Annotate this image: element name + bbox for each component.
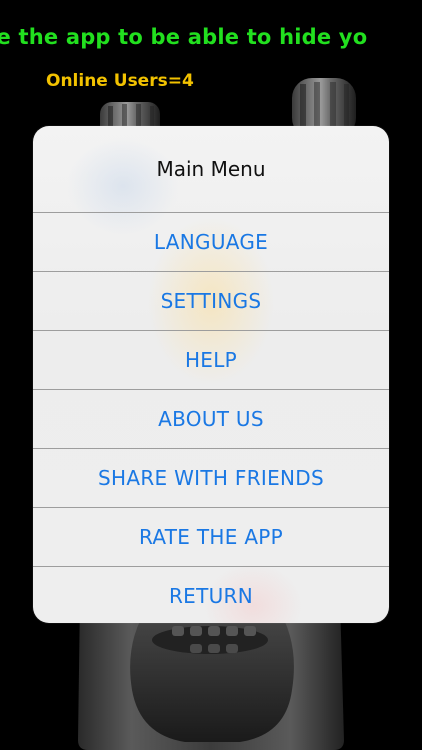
online-users-count: Online Users=4 — [46, 71, 194, 91]
menu-item-share-with-friends[interactable]: SHARE WITH FRIENDS — [33, 448, 389, 507]
menu-item-rate-the-app[interactable]: RATE THE APP — [33, 507, 389, 566]
app-screen: scribe the app to be able to hide yo Onl… — [0, 0, 422, 750]
menu-list: LANGUAGE SETTINGS HELP ABOUT US SHARE WI… — [33, 212, 389, 623]
marquee-text: scribe the app to be able to hide yo — [0, 25, 368, 49]
menu-item-language[interactable]: LANGUAGE — [33, 212, 389, 271]
menu-item-about-us[interactable]: ABOUT US — [33, 389, 389, 448]
subscription-marquee: scribe the app to be able to hide yo — [0, 22, 422, 52]
main-menu-dialog: Main Menu LANGUAGE SETTINGS HELP ABOUT U… — [33, 126, 389, 623]
menu-item-return[interactable]: RETURN — [33, 566, 389, 623]
menu-item-help[interactable]: HELP — [33, 330, 389, 389]
menu-item-settings[interactable]: SETTINGS — [33, 271, 389, 330]
menu-title: Main Menu — [156, 157, 266, 181]
